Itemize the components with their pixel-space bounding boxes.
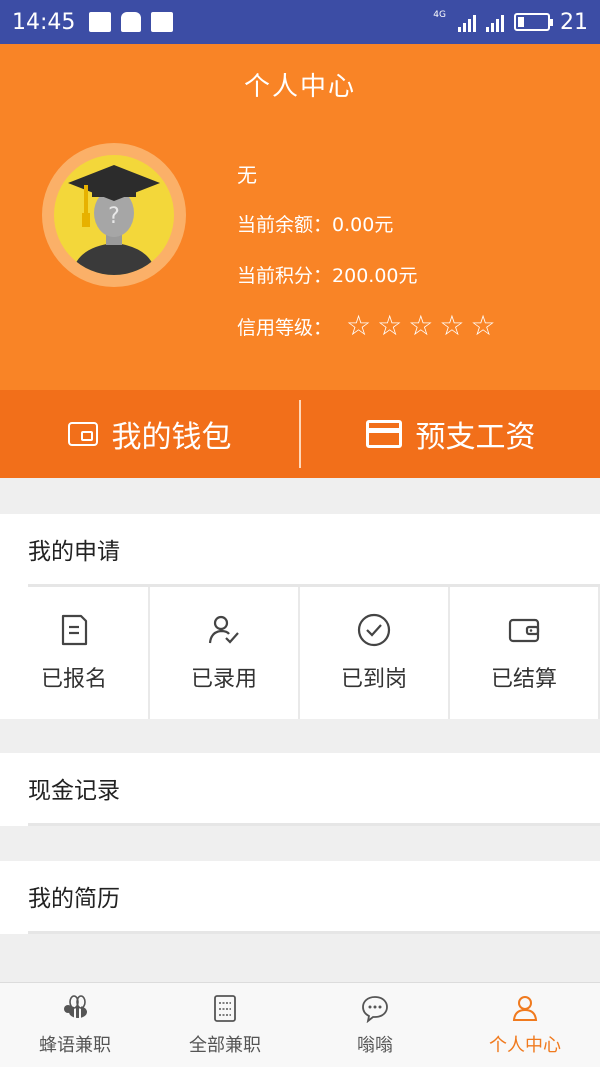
- tab-label: 蜂语兼职: [39, 1035, 111, 1056]
- card-icon: [365, 420, 402, 448]
- list-doc-icon: [214, 995, 236, 1022]
- signal-icon-2: [486, 12, 504, 32]
- graduate-avatar-icon: ?: [54, 155, 174, 275]
- profile-header: 个人中心 ? 无 当前余额： 0.00元 当前积分： 200.00元 信用等级：…: [0, 44, 600, 390]
- page-title: 个人中心: [243, 72, 356, 102]
- my-applications-title[interactable]: 我的申请: [0, 514, 600, 584]
- action-bar: 我的钱包 预支工资: [0, 390, 600, 478]
- divider: [28, 931, 600, 934]
- credit-row: 信用等级： ☆ ☆ ☆ ☆ ☆: [237, 312, 496, 340]
- tab-label: 嗡嗡: [357, 1035, 393, 1056]
- cash-records-section[interactable]: 现金记录: [0, 753, 600, 826]
- credit-label: 信用等级：: [237, 316, 333, 339]
- tab-wengweng[interactable]: 嗡嗡: [300, 983, 450, 1067]
- status-label: 已结算: [490, 667, 557, 692]
- bottom-tab-bar: 蜂语兼职 全部兼职 嗡嗡 个人中心: [0, 982, 600, 1067]
- my-resume-section[interactable]: 我的简历: [0, 861, 600, 934]
- points-row: 当前积分： 200.00元: [237, 261, 496, 288]
- avatar[interactable]: ?: [42, 143, 186, 287]
- advance-salary-button[interactable]: 预支工资: [301, 390, 600, 478]
- tab-all-jobs[interactable]: 全部兼职: [150, 983, 300, 1067]
- document-icon: [61, 614, 88, 646]
- bee-icon: [64, 995, 87, 1018]
- status-bar: 14:45 4G 21: [0, 0, 600, 44]
- points-label: 当前积分：: [237, 265, 333, 287]
- application-status-grid: 已报名 已录用 已到岗 已结算: [0, 587, 600, 719]
- my-applications-section: 我的申请 已报名 已录用 已到岗 已结算: [0, 514, 600, 719]
- tab-fengyu-jobs[interactable]: 蜂语兼职: [0, 983, 150, 1067]
- cash-records-title[interactable]: 现金记录: [0, 753, 600, 823]
- wallet-icon: [67, 422, 98, 446]
- battery-level: 21: [560, 9, 588, 35]
- person-icon: [512, 996, 538, 1021]
- network-type-label: 4G: [433, 10, 446, 20]
- balance-row: 当前余额： 0.00元: [237, 210, 496, 237]
- status-label: 已报名: [40, 667, 107, 692]
- points-value: 200.00元: [332, 265, 418, 287]
- notification-icons: [89, 12, 174, 32]
- check-circle-icon: [357, 613, 391, 647]
- advance-salary-label: 预支工资: [415, 420, 536, 455]
- balance-value: 0.00元: [332, 214, 394, 236]
- status-label: 已录用: [190, 667, 257, 692]
- chat-bubble-icon: [362, 996, 388, 1023]
- status-label: 已到岗: [340, 667, 407, 692]
- star-icon: ☆: [470, 309, 496, 342]
- status-settled[interactable]: 已结算: [450, 587, 600, 719]
- status-time: 14:45: [12, 9, 76, 35]
- tab-label: 个人中心: [489, 1035, 561, 1056]
- balance-label: 当前余额：: [237, 214, 333, 236]
- divider: [28, 823, 600, 826]
- my-wallet-label: 我的钱包: [111, 420, 232, 455]
- star-icon: ☆: [408, 309, 434, 342]
- user-name: 无: [237, 163, 257, 187]
- credit-stars: ☆ ☆ ☆ ☆ ☆: [346, 312, 496, 340]
- profile-info: 无 当前余额： 0.00元 当前积分： 200.00元 信用等级： ☆ ☆ ☆ …: [237, 159, 496, 364]
- image-notification-icon: [89, 12, 112, 32]
- status-hired[interactable]: 已录用: [150, 587, 300, 719]
- tab-label: 全部兼职: [189, 1035, 261, 1056]
- battery-icon: [514, 13, 553, 31]
- my-wallet-button[interactable]: 我的钱包: [0, 390, 299, 478]
- signal-icon-1: [458, 12, 476, 32]
- star-icon: ☆: [346, 309, 372, 342]
- app-notification-icon: [151, 12, 174, 32]
- star-icon: ☆: [377, 309, 403, 342]
- svg-text:?: ?: [108, 204, 120, 229]
- wallet-icon: [508, 618, 540, 643]
- my-resume-title[interactable]: 我的简历: [0, 861, 600, 931]
- status-onboard[interactable]: 已到岗: [300, 587, 450, 719]
- tab-personal-center[interactable]: 个人中心: [450, 983, 600, 1067]
- user-check-icon: [208, 615, 239, 644]
- qq-notification-icon: [121, 12, 142, 32]
- status-registered[interactable]: 已报名: [0, 587, 150, 719]
- star-icon: ☆: [439, 309, 465, 342]
- system-indicators: 4G 21: [433, 10, 588, 35]
